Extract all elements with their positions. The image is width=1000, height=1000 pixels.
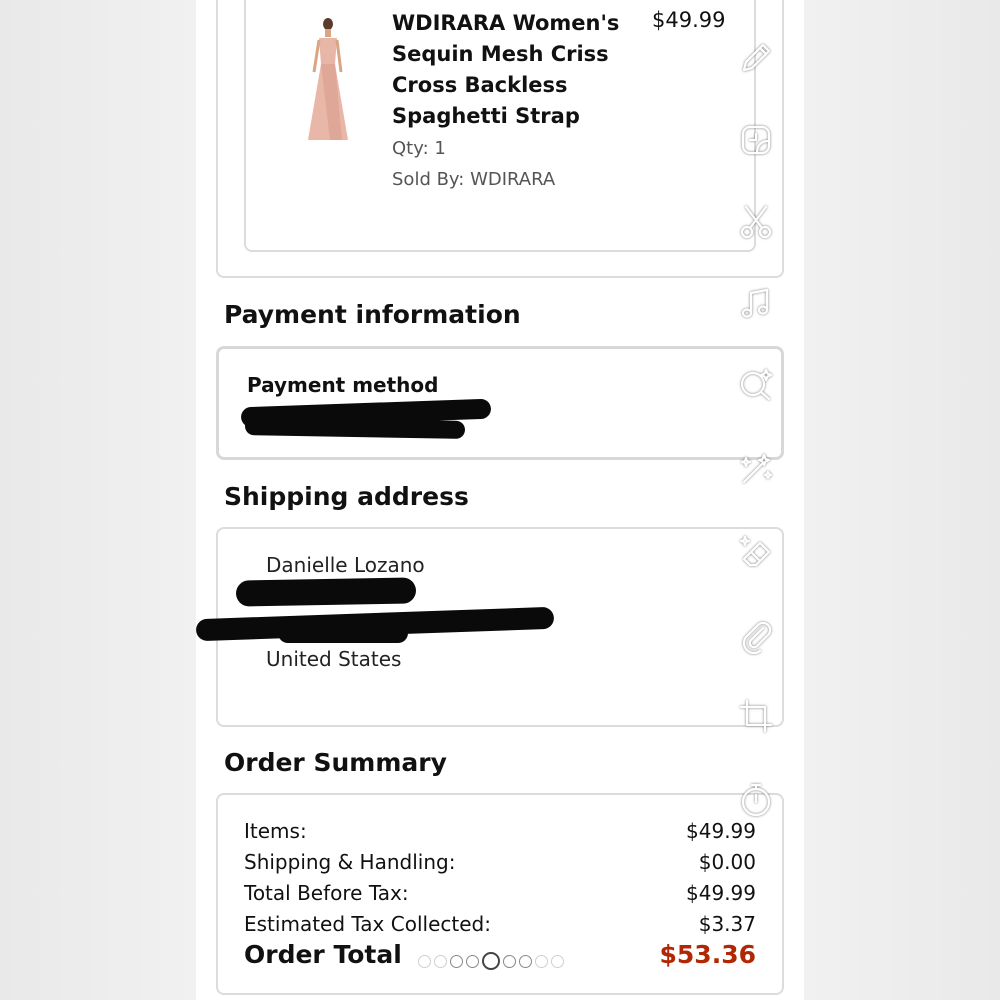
shipping-heading: Shipping address bbox=[224, 482, 469, 511]
summary-label: Total Before Tax: bbox=[244, 881, 409, 905]
redacted-payment-2 bbox=[244, 417, 466, 439]
page-indicator[interactable] bbox=[418, 952, 564, 970]
page-dot[interactable] bbox=[551, 954, 564, 968]
product-qty: Qty: 1 bbox=[392, 138, 446, 159]
page-dot[interactable] bbox=[466, 954, 479, 968]
order-item-inner: WDIRARA Women's Sequin Mesh Criss Cross … bbox=[244, 0, 756, 252]
sticker-icon[interactable] bbox=[732, 116, 780, 164]
page-dot[interactable] bbox=[519, 954, 532, 968]
crop-icon[interactable] bbox=[732, 692, 780, 740]
page-dot[interactable] bbox=[418, 954, 431, 968]
shipping-card[interactable]: Danielle Lozano United States bbox=[195, 527, 784, 727]
payment-heading: Payment information bbox=[224, 300, 521, 329]
page-dot[interactable] bbox=[450, 954, 463, 968]
order-total-value: $53.36 bbox=[659, 940, 756, 969]
summary-label: Items: bbox=[244, 819, 307, 843]
order-summary-heading: Order Summary bbox=[224, 748, 447, 777]
page-dot[interactable] bbox=[434, 954, 447, 968]
page-dot-active[interactable] bbox=[482, 952, 500, 970]
pencil-icon[interactable] bbox=[732, 34, 780, 82]
order-item-card: WDIRARA Women's Sequin Mesh Criss Cross … bbox=[216, 0, 784, 278]
scissors-icon[interactable] bbox=[732, 198, 780, 246]
page-dot[interactable] bbox=[503, 954, 516, 968]
payment-card[interactable]: Payment method bbox=[216, 346, 784, 460]
summary-label: Shipping & Handling: bbox=[244, 850, 456, 874]
product-image[interactable] bbox=[304, 16, 350, 146]
timer-icon[interactable] bbox=[732, 776, 780, 824]
summary-row-items: Items: $49.99 bbox=[244, 819, 756, 843]
product-seller: Sold By: WDIRARA bbox=[392, 169, 556, 190]
magic-wand-icon[interactable] bbox=[732, 446, 780, 494]
summary-row-tax: Estimated Tax Collected: $3.37 bbox=[244, 912, 756, 936]
music-icon[interactable] bbox=[732, 280, 780, 328]
search-sparkle-icon[interactable] bbox=[732, 360, 780, 408]
product-price: $49.99 bbox=[652, 8, 726, 32]
redacted-address-1 bbox=[235, 577, 417, 607]
paperclip-icon[interactable] bbox=[732, 610, 780, 658]
summary-row-shipping: Shipping & Handling: $0.00 bbox=[244, 850, 756, 874]
redacted-address-3 bbox=[278, 623, 408, 643]
phone-screen: WDIRARA Women's Sequin Mesh Criss Cross … bbox=[195, 0, 804, 1000]
summary-value: $0.00 bbox=[698, 850, 756, 874]
page-dot[interactable] bbox=[535, 954, 548, 968]
product-title[interactable]: WDIRARA Women's Sequin Mesh Criss Cross … bbox=[392, 8, 632, 132]
shipping-name: Danielle Lozano bbox=[266, 553, 425, 577]
summary-row-before-tax: Total Before Tax: $49.99 bbox=[244, 881, 756, 905]
summary-value: $3.37 bbox=[698, 912, 756, 936]
summary-label: Estimated Tax Collected: bbox=[244, 912, 491, 936]
shipping-country: United States bbox=[266, 647, 402, 671]
payment-method-label: Payment method bbox=[247, 373, 439, 397]
order-total-label: Order Total bbox=[244, 940, 402, 969]
eraser-icon[interactable] bbox=[732, 528, 780, 576]
summary-value: $49.99 bbox=[686, 881, 756, 905]
